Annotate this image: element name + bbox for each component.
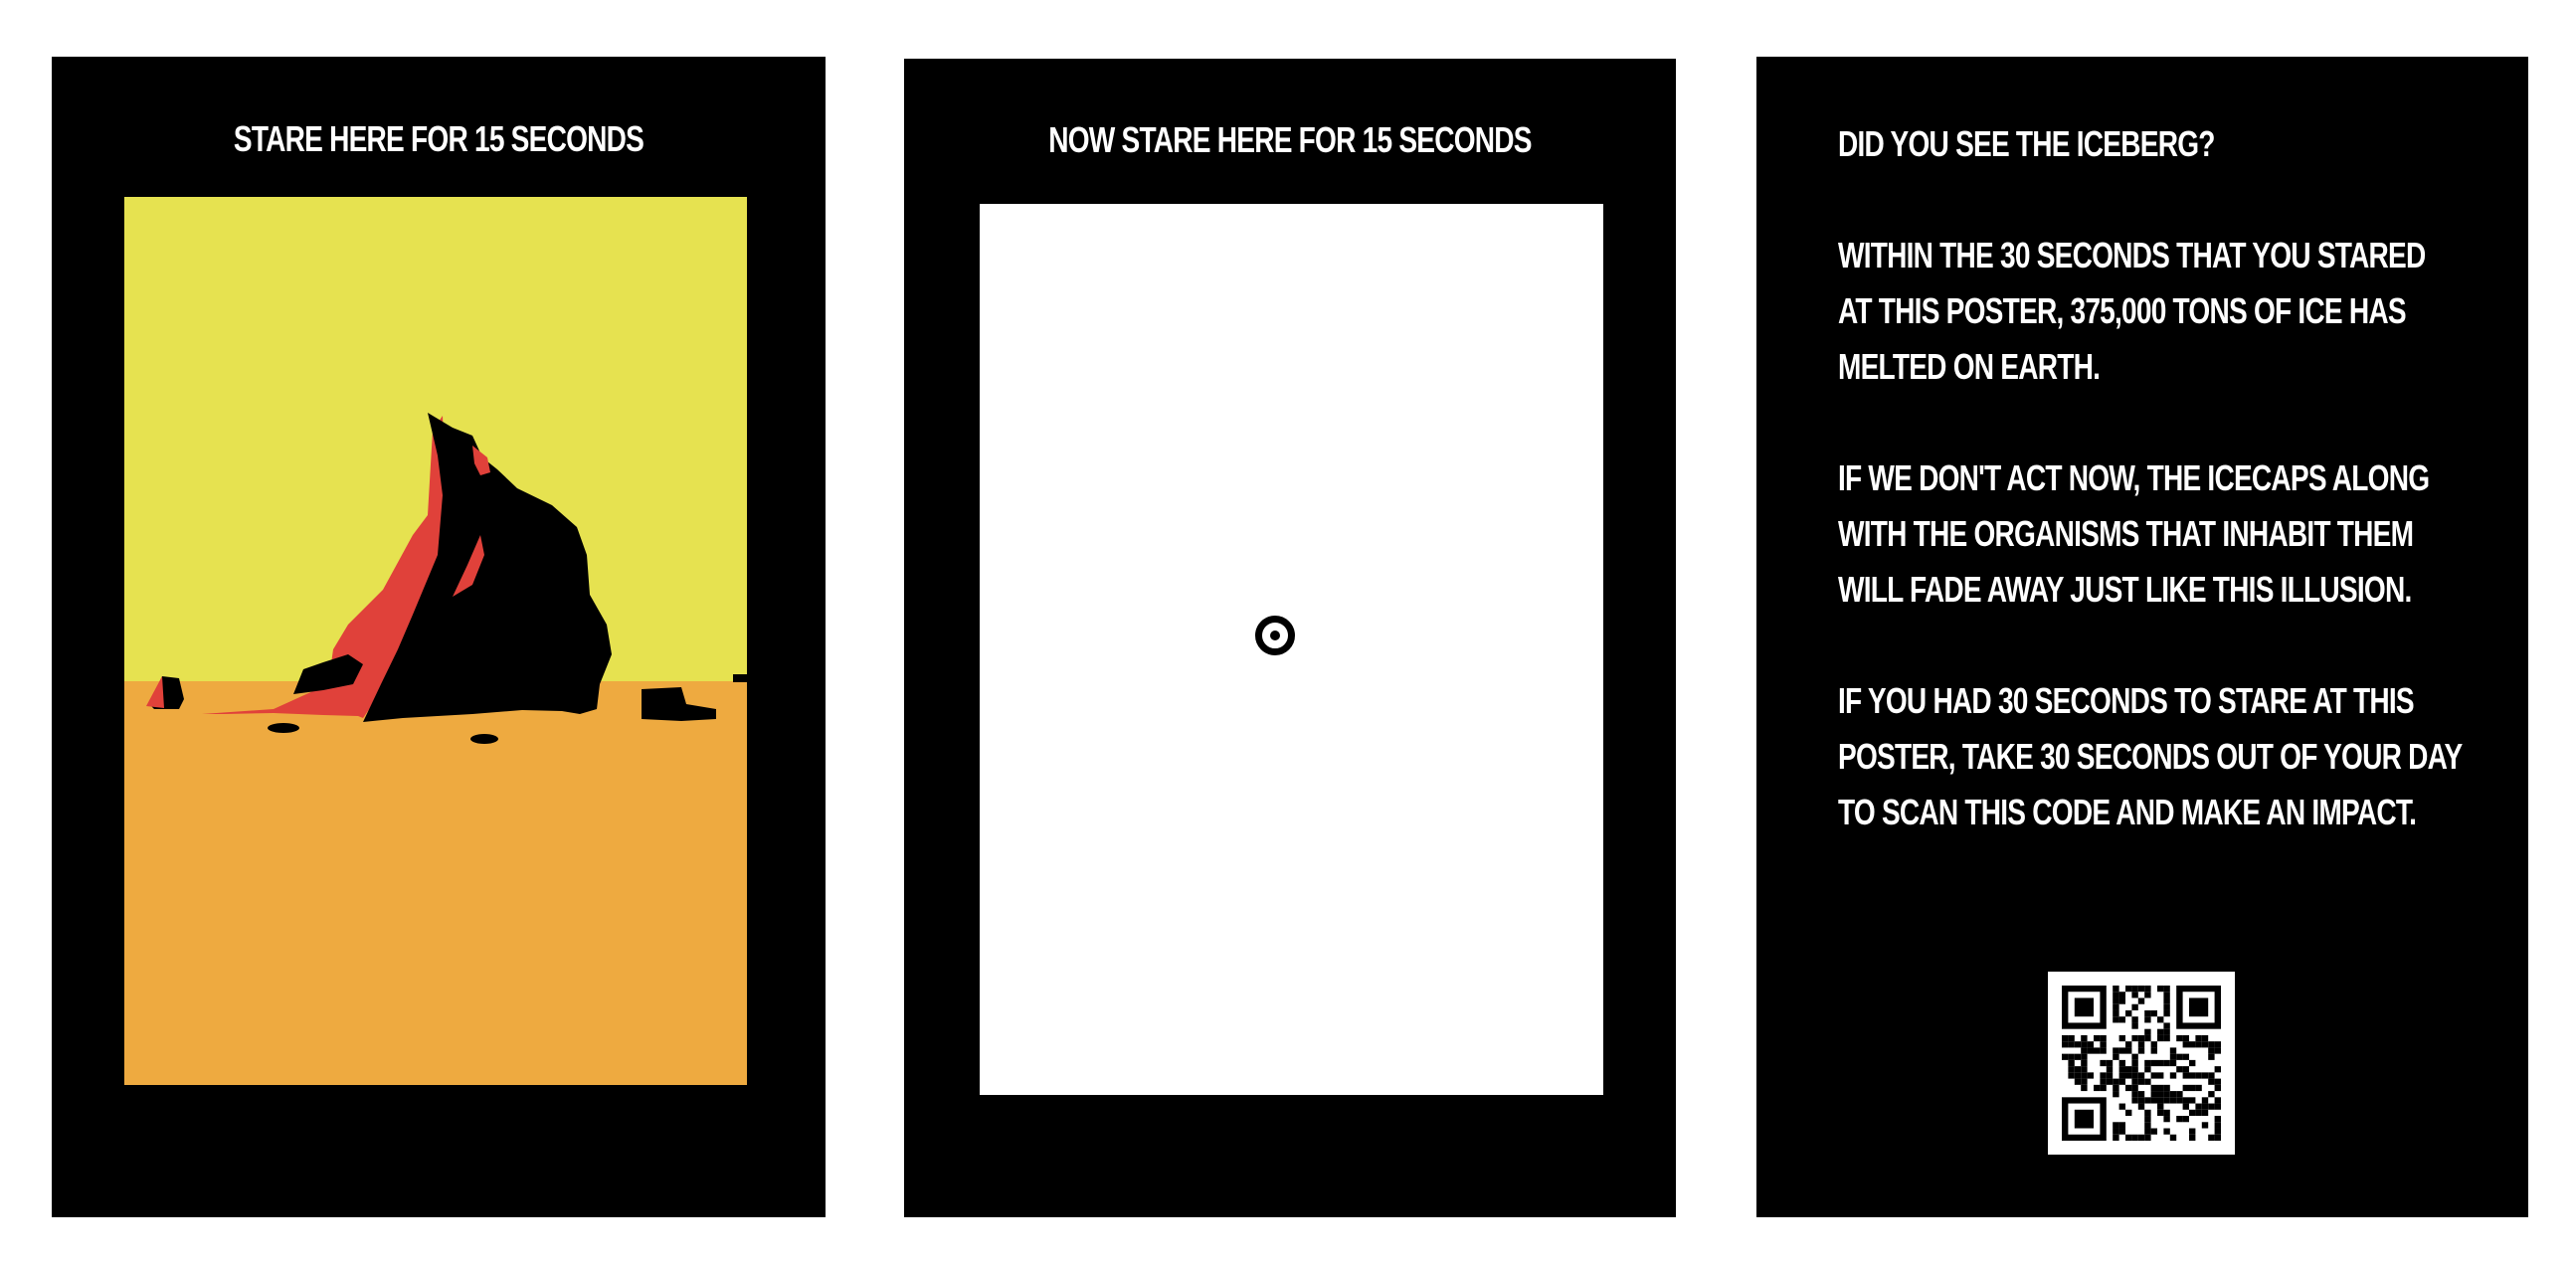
- message-line: WITH THE ORGANISMS THAT INHABIT THEM: [1838, 513, 2414, 554]
- poster-white-panel: NOW STARE HERE FOR 15 SECONDS: [904, 59, 1676, 1217]
- message-line: IF YOU HAD 30 SECONDS TO STARE AT THIS: [1838, 680, 2415, 721]
- message-paragraph-4: IF YOU HAD 30 SECONDS TO STARE AT THIS P…: [1838, 673, 2463, 840]
- focus-target-icon: [1255, 616, 1295, 655]
- rock-small-1: [268, 723, 299, 733]
- message-line: MELTED ON EARTH.: [1838, 346, 2101, 387]
- message-text: DID YOU SEE THE ICEBERG? WITHIN THE 30 S…: [1838, 116, 2463, 896]
- message-line: WILL FADE AWAY JUST LIKE THIS ILLUSION.: [1838, 569, 2412, 610]
- iceberg-artwork: [124, 197, 747, 1085]
- message-line: DID YOU SEE THE ICEBERG?: [1838, 123, 2215, 164]
- blank-stare-area: [980, 204, 1603, 1095]
- message-paragraph-2: WITHIN THE 30 SECONDS THAT YOU STARED AT…: [1838, 228, 2426, 395]
- message-line: POSTER, TAKE 30 SECONDS OUT OF YOUR DAY: [1838, 736, 2463, 777]
- iceberg-illustration: [124, 197, 747, 1085]
- message-line: WITHIN THE 30 SECONDS THAT YOU STARED: [1838, 235, 2426, 275]
- rock-edge: [733, 674, 747, 682]
- qr-code[interactable]: [2048, 972, 2235, 1155]
- poster-1-heading: STARE HERE FOR 15 SECONDS: [233, 118, 644, 159]
- message-line: IF WE DON'T ACT NOW, THE ICECAPS ALONG: [1838, 457, 2430, 498]
- poster-message: DID YOU SEE THE ICEBERG? WITHIN THE 30 S…: [1756, 57, 2528, 1217]
- poster-iceberg: STARE HERE FOR 15 SECONDS: [52, 57, 826, 1217]
- rock-small-2: [470, 734, 498, 744]
- poster-2-heading: NOW STARE HERE FOR 15 SECONDS: [1048, 119, 1532, 160]
- message-paragraph-3: IF WE DON'T ACT NOW, THE ICECAPS ALONG W…: [1838, 451, 2430, 618]
- ground: [124, 681, 747, 1085]
- message-line: TO SCAN THIS CODE AND MAKE AN IMPACT.: [1838, 792, 2417, 832]
- message-line: AT THIS POSTER, 375,000 TONS OF ICE HAS: [1838, 290, 2407, 331]
- qr-code-icon: [2062, 986, 2221, 1141]
- message-paragraph-1: DID YOU SEE THE ICEBERG?: [1838, 116, 2397, 172]
